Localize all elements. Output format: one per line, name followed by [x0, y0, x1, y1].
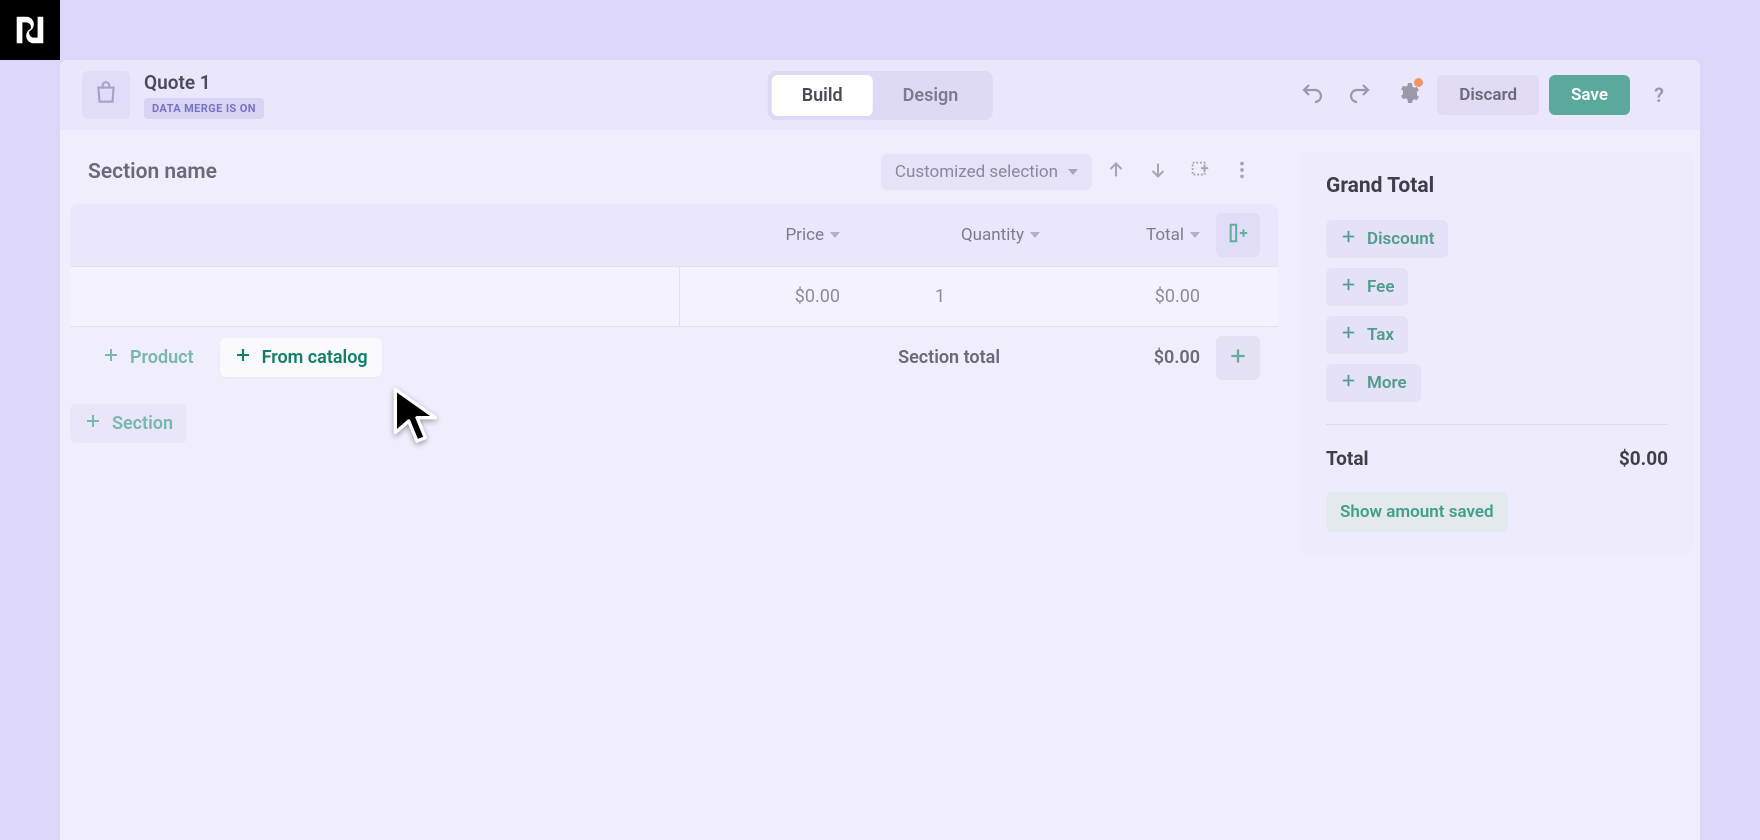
main-pane: Section name Customized selection: [60, 152, 1300, 554]
plus-icon: [1340, 228, 1357, 250]
add-discount-label: Discount: [1367, 229, 1434, 249]
selection-mode-label: Customized selection: [895, 162, 1058, 182]
caret-down-icon: [1030, 232, 1040, 238]
redo-icon: [1348, 81, 1372, 109]
mode-toggle: Build Design: [768, 71, 993, 120]
redo-button[interactable]: [1341, 76, 1379, 114]
caret-down-icon: [830, 232, 840, 238]
section-more-button[interactable]: [1224, 154, 1260, 190]
column-header-quantity[interactable]: Quantity: [840, 225, 1040, 245]
move-section-up-button[interactable]: [1098, 154, 1134, 190]
line-item-name-cell[interactable]: [88, 267, 680, 326]
duplicate-icon: [1189, 159, 1211, 185]
shopping-bag-icon: [93, 80, 119, 110]
save-button[interactable]: Save: [1549, 75, 1630, 115]
add-line-adjustment-button[interactable]: [1216, 336, 1260, 380]
quote-title: Quote 1: [144, 71, 264, 94]
quote-table: Price Quantity Total: [70, 204, 1278, 388]
arrow-up-icon: [1105, 159, 1127, 185]
caret-down-icon: [1190, 232, 1200, 238]
plus-icon: [1340, 324, 1357, 346]
plus-icon: [234, 346, 252, 369]
show-amount-saved-button[interactable]: Show amount saved: [1326, 492, 1508, 532]
grand-total-value: $0.00: [1619, 447, 1668, 470]
table-header: Price Quantity Total: [70, 204, 1278, 266]
add-from-catalog-button[interactable]: From catalog: [220, 338, 382, 377]
section-total-label: Section total: [898, 347, 1000, 368]
section-header: Section name Customized selection: [70, 152, 1278, 192]
selection-mode-dropdown[interactable]: Customized selection: [881, 154, 1092, 190]
quote-meta: Quote 1 DATA MERGE IS ON: [144, 71, 264, 119]
table-row[interactable]: $0.00 1 $0.00: [70, 266, 1278, 326]
add-from-catalog-label: From catalog: [262, 347, 368, 368]
quote-icon-box: [82, 71, 130, 119]
plus-icon: [1340, 276, 1357, 298]
plus-icon: [1340, 372, 1357, 394]
plus-icon: [1228, 346, 1248, 370]
line-item-price[interactable]: $0.00: [680, 286, 840, 307]
column-header-total-label: Total: [1146, 225, 1184, 245]
plus-icon: [84, 412, 102, 435]
undo-button[interactable]: [1293, 76, 1331, 114]
more-vertical-icon: [1231, 159, 1253, 185]
help-button[interactable]: ?: [1640, 76, 1678, 114]
column-header-quantity-label: Quantity: [961, 225, 1024, 245]
column-header-total[interactable]: Total: [1040, 225, 1200, 245]
duplicate-section-button[interactable]: [1182, 154, 1218, 190]
column-header-price[interactable]: Price: [680, 225, 840, 245]
add-tax-button[interactable]: Tax: [1326, 316, 1408, 354]
app-window: Quote 1 DATA MERGE IS ON Build Design: [60, 60, 1700, 840]
line-item-quantity[interactable]: 1: [840, 286, 1040, 307]
add-discount-button[interactable]: Discount: [1326, 220, 1448, 258]
grand-total-label: Total: [1326, 447, 1369, 470]
plus-icon: [102, 346, 120, 369]
add-more-button[interactable]: More: [1326, 364, 1421, 402]
add-fee-label: Fee: [1367, 277, 1394, 297]
add-column-icon: [1227, 222, 1249, 248]
column-header-price-label: Price: [785, 225, 824, 245]
add-section-button[interactable]: Section: [70, 404, 187, 443]
notification-dot-icon: [1414, 78, 1423, 87]
header-bar: Quote 1 DATA MERGE IS ON Build Design: [60, 60, 1700, 130]
add-product-button[interactable]: Product: [88, 338, 208, 377]
arrow-down-icon: [1147, 159, 1169, 185]
chevron-down-icon: [1068, 169, 1078, 175]
discard-button[interactable]: Discard: [1437, 75, 1539, 115]
grand-total-card: Grand Total Discount Fee Tax: [1300, 152, 1694, 554]
header-right: Discard Save ?: [1293, 75, 1678, 115]
tab-design[interactable]: Design: [873, 75, 989, 116]
undo-icon: [1300, 81, 1324, 109]
section-title[interactable]: Section name: [88, 160, 217, 184]
add-fee-button[interactable]: Fee: [1326, 268, 1408, 306]
move-section-down-button[interactable]: [1140, 154, 1176, 190]
section-total-value: $0.00: [1000, 347, 1200, 368]
grand-total-title: Grand Total: [1326, 174, 1668, 198]
add-column-button[interactable]: [1216, 213, 1260, 257]
add-section-row: Section: [70, 404, 1278, 443]
brand-logo: [0, 0, 60, 60]
tab-build[interactable]: Build: [772, 75, 873, 116]
add-section-label: Section: [112, 413, 173, 434]
add-product-label: Product: [130, 347, 194, 368]
table-footer: Product From catalog Section total $0.00: [70, 326, 1278, 388]
add-tax-label: Tax: [1367, 325, 1394, 345]
settings-button[interactable]: [1389, 76, 1427, 114]
side-pane: Grand Total Discount Fee Tax: [1300, 152, 1700, 554]
data-merge-badge: DATA MERGE IS ON: [144, 98, 264, 119]
line-item-total: $0.00: [1040, 286, 1200, 307]
grand-total-row: Total $0.00: [1326, 447, 1668, 470]
add-more-label: More: [1367, 373, 1407, 393]
